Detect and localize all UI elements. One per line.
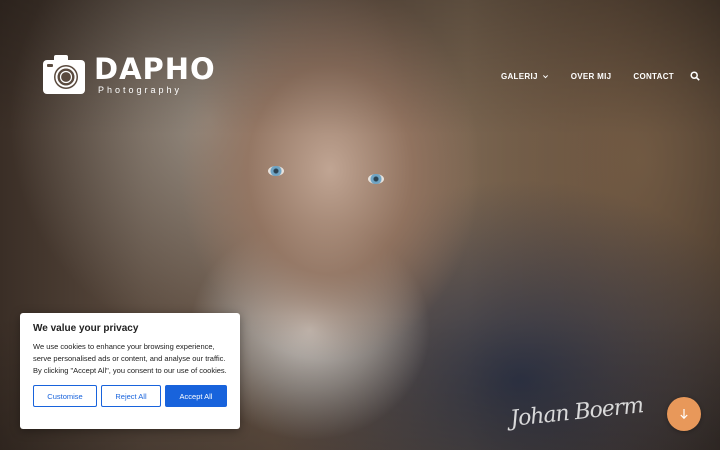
reject-all-button[interactable]: Reject All: [101, 385, 161, 407]
scroll-down-button[interactable]: [667, 397, 701, 431]
search-icon[interactable]: [690, 71, 700, 81]
hero-photo: DAPHO Photography GALERIJ OVER MIJ CONTA…: [0, 0, 720, 450]
cookie-title: We value your privacy: [33, 323, 139, 334]
nav-item-contact[interactable]: CONTACT: [633, 72, 674, 81]
camera-icon: [43, 55, 85, 94]
portrait-eye-left: [268, 166, 284, 176]
nav-item-over-mij[interactable]: OVER MIJ: [571, 72, 612, 81]
nav-item-label: OVER MIJ: [570, 71, 612, 81]
portrait-eye-right: [368, 174, 384, 184]
logo-text: DAPHO Photography: [94, 54, 216, 95]
customise-button[interactable]: Customise: [33, 385, 97, 407]
site-logo[interactable]: DAPHO Photography: [40, 50, 216, 98]
nav-item-label: GALERIJ: [500, 71, 538, 81]
chevron-down-icon: [542, 74, 548, 78]
cookie-description: We use cookies to enhance your browsing …: [33, 342, 227, 375]
nav-item-galerij[interactable]: GALERIJ: [501, 72, 549, 81]
main-nav: GALERIJ OVER MIJ CONTACT: [479, 71, 700, 81]
brand-tagline: Photography: [98, 84, 183, 95]
cookie-consent-banner: We value your privacy We use cookies to …: [20, 313, 240, 429]
brand-name: DAPHO: [94, 51, 216, 86]
cookie-actions: Customise Reject All Accept All: [33, 385, 227, 407]
accept-all-button[interactable]: Accept All: [165, 385, 227, 407]
arrow-down-icon: [680, 409, 688, 420]
nav-item-label: CONTACT: [633, 71, 674, 81]
